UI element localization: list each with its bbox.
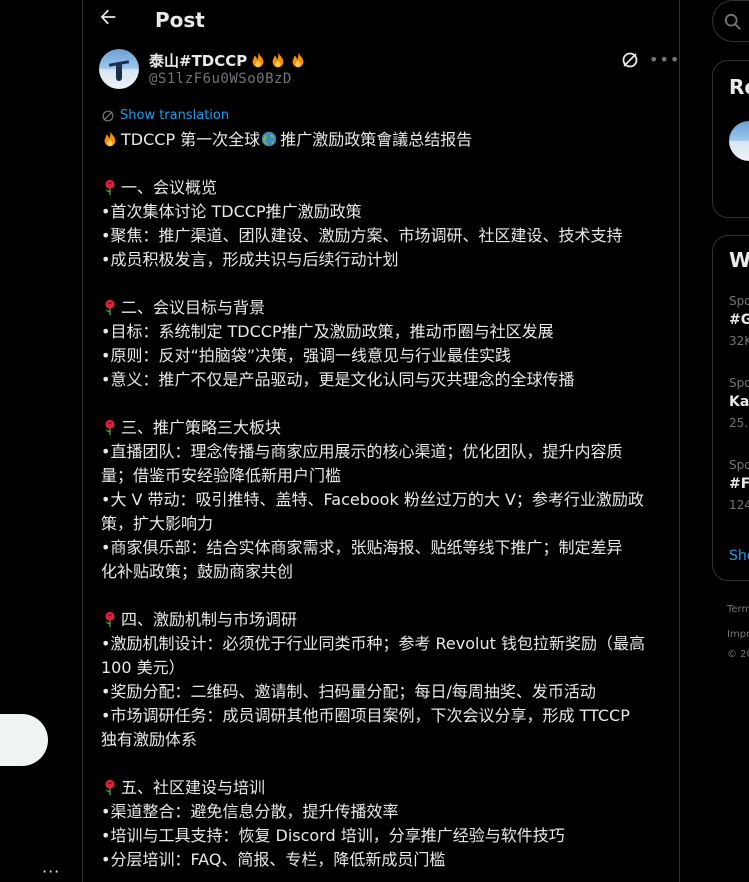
- post-line: •商家俱乐部：结合实体商家需求，张贴海报、贴纸等线下推广；制定差异: [101, 538, 623, 557]
- fire-icon: [247, 51, 309, 70]
- post-line: TDCCP 第一次全球 推广激励政策會議总结报告: [101, 128, 671, 152]
- post-line: •奖励分配：二维码、邀请制、扫码量分配；每日/每周抽奖、发币活动: [101, 682, 596, 701]
- avatar[interactable]: [729, 121, 749, 161]
- relevant-people-card: Re: [712, 60, 749, 218]
- back-arrow-icon[interactable]: [97, 6, 125, 34]
- right-sidebar: Re W Spo #G 32K Spo Ka 25. Spo #F 124 Sh…: [681, 0, 749, 882]
- translate-icon: [102, 110, 114, 121]
- show-translation-link[interactable]: Show translation: [101, 108, 229, 123]
- card-title: W: [729, 248, 749, 272]
- post-line: •培训与工具支持：恢复 Discord 培训，分享推广经验与软件技巧: [101, 826, 565, 845]
- post-line: •聚焦：推广渠道、团队建设、激励方案、市场调研、社区建设、技术支持: [101, 226, 623, 245]
- post-line: •直播团队：理念传播与商家应用展示的核心渠道；优化团队，提升内容质: [101, 442, 623, 461]
- post-line: •渠道整合：避免信息分散，提升传播效率: [101, 802, 399, 821]
- post-text: TDCCP 第一次全球 推广激励政策會議总结报告 一、会议概览 •首次集体讨论 TDC…: [101, 128, 671, 872]
- post-line: •分层培训：FAQ、简报、专栏，降低新成员门槛: [101, 850, 446, 869]
- left-nav: ···: [0, 0, 82, 882]
- fire-icon: [101, 130, 121, 149]
- trend-item[interactable]: Spo #F 124: [729, 458, 749, 516]
- post-line: •意义：推广不仅是产品驱动，更是文化认同与灭共理念的全球传播: [101, 370, 575, 389]
- post-line: 四、激励机制与市场调研: [101, 608, 671, 632]
- post-line: •目标：系统制定 TDCCP推广及激励政策，推动币圈与社区发展: [101, 322, 554, 341]
- trends-card: W Spo #G 32K Spo Ka 25. Spo #F 124 Sho: [712, 235, 749, 581]
- grok-icon[interactable]: [620, 50, 640, 70]
- main-column: Post 泰山#TDCCP @S1lzF6u0WSo0BzD ••• Show …: [82, 0, 680, 882]
- more-options-icon[interactable]: •••: [649, 50, 680, 69]
- post-line: 三、推广策略三大板块: [101, 416, 671, 440]
- post-line: •原则：反对“拍脑袋”决策，强调一线意见与行业最佳实践: [101, 346, 512, 365]
- post-line: 二、会议目标与背景: [101, 296, 671, 320]
- author-name[interactable]: 泰山#TDCCP: [149, 50, 309, 71]
- search-input[interactable]: [712, 0, 749, 42]
- post-line: 100 美元）: [101, 658, 185, 677]
- author-avatar[interactable]: [99, 49, 139, 89]
- rose-icon: [101, 778, 121, 797]
- rose-icon: [101, 178, 121, 197]
- search-icon: [724, 13, 741, 30]
- post-line: •大 V 带动：吸引推特、盖特、Facebook 粉丝过万的大 V；参考行业激励…: [101, 490, 644, 509]
- trend-item[interactable]: Spo Ka 25.: [729, 376, 749, 434]
- footer-link[interactable]: Impr: [727, 629, 749, 640]
- post-button[interactable]: [0, 714, 48, 766]
- footer-copyright: © 20: [727, 649, 749, 660]
- post-line: •市场调研任务：成员调研其他币圈项目案例，下次会议分享，形成 TTCCP: [101, 706, 630, 725]
- post-line: 化补贴政策；鼓励商家共创: [101, 562, 294, 581]
- rose-icon: [101, 418, 121, 437]
- rose-icon: [101, 610, 121, 629]
- post-line: 一、会议概览: [101, 176, 671, 200]
- post-line: 策，扩大影响力: [101, 514, 214, 533]
- card-title: Re: [729, 75, 749, 99]
- post-line: •首次集体讨论 TDCCP推广激励政策: [101, 202, 362, 221]
- post-line: 量；借鉴币安经验降低新用户门槛: [101, 466, 342, 485]
- post-line: 五、社区建设与培训: [101, 776, 671, 800]
- globe-icon: [260, 130, 280, 149]
- author-handle[interactable]: @S1lzF6u0WSo0BzD: [149, 71, 292, 87]
- trend-item[interactable]: Spo #G 32K: [729, 294, 749, 352]
- page-title: Post: [155, 8, 205, 32]
- post-line: 独有激励体系: [101, 730, 198, 749]
- header: Post: [83, 0, 679, 42]
- post-line: •激励机制设计：必须优于行业同类币种；参考 Revolut 钱包拉新奖励（最高: [101, 634, 645, 653]
- rose-icon: [101, 298, 121, 317]
- footer-link[interactable]: Term: [727, 604, 749, 615]
- more-icon[interactable]: ···: [42, 862, 60, 881]
- show-more-link[interactable]: Sho: [729, 548, 749, 564]
- post-line: •成员积极发言，形成共识与后续行动计划: [101, 250, 399, 269]
